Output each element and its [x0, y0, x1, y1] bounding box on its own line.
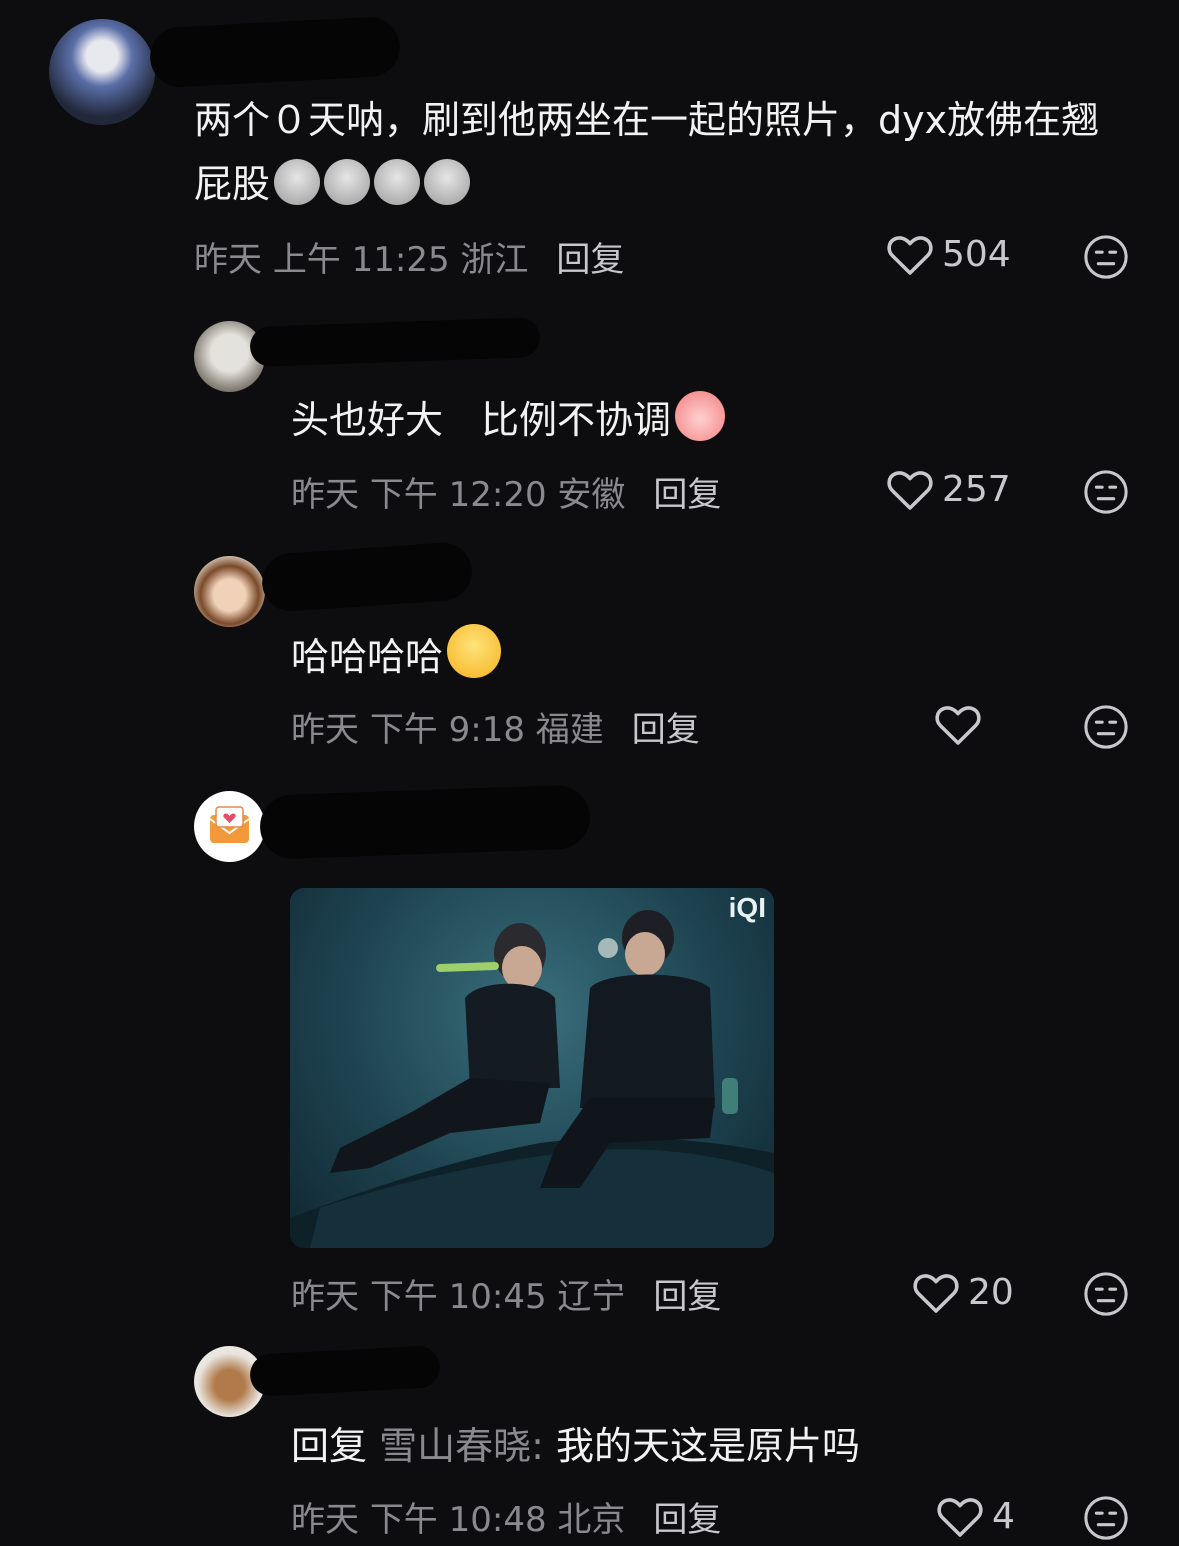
- reply-prefix: 回复: [291, 1424, 368, 1468]
- meh-face-icon[interactable]: [1083, 1271, 1129, 1317]
- redacted-username: [249, 316, 541, 368]
- redacted-username: [258, 784, 592, 860]
- comment-meta: 昨天 下午 9:18 福建 回复: [291, 710, 700, 750]
- heart-icon: [887, 236, 933, 275]
- heart-icon: [913, 1274, 959, 1313]
- redacted-username: [249, 1345, 441, 1397]
- crying-face-emoji-icon: [675, 391, 726, 441]
- comment-text: 头也好大 比例不协调: [291, 388, 1091, 452]
- like-count: 257: [942, 468, 1011, 510]
- comment-meta: 昨天 下午 10:48 北京 回复: [291, 1500, 722, 1540]
- like-count: 20: [968, 1271, 1014, 1313]
- photo-content: [290, 910, 774, 1248]
- pigeon-emoji-icon: [374, 159, 421, 205]
- reply-button[interactable]: 回复: [653, 1500, 721, 1540]
- heart-icon: [937, 1498, 983, 1537]
- avatar[interactable]: [194, 791, 265, 862]
- like-button[interactable]: [934, 702, 990, 746]
- heart-icon: [887, 471, 933, 510]
- redacted-username: [260, 540, 474, 614]
- like-count: 4: [992, 1495, 1015, 1537]
- like-button[interactable]: 257: [886, 467, 1011, 511]
- mail-heart-icon: [209, 806, 250, 843]
- avatar[interactable]: [49, 19, 155, 125]
- reply-button[interactable]: 回复: [556, 240, 624, 280]
- comment-image[interactable]: iQI: [290, 888, 774, 1248]
- pigeon-emoji-icon: [274, 159, 321, 205]
- redacted-username: [148, 15, 402, 89]
- pigeon-emoji-icon: [324, 159, 371, 205]
- comment-meta: 昨天 下午 12:20 安徽 回复: [291, 475, 722, 515]
- image-watermark: iQI: [728, 892, 766, 923]
- pigeon-emoji-icon: [424, 159, 471, 205]
- comment-text: 两个０天呐，刷到他两坐在一起的照片，dyx放佛在翘屁股: [194, 98, 1100, 206]
- reply-button[interactable]: 回复: [653, 475, 721, 515]
- comment-text: 回复 雪山春晓: 我的天这是原片吗: [291, 1424, 861, 1468]
- meh-face-icon[interactable]: [1083, 234, 1129, 280]
- like-button[interactable]: 20: [912, 1270, 1014, 1314]
- like-button[interactable]: 504: [886, 232, 1011, 276]
- laughing-emoji-icon: [447, 624, 502, 678]
- meh-face-icon[interactable]: [1083, 469, 1129, 515]
- like-button[interactable]: 4: [936, 1494, 1015, 1538]
- heart-icon: [935, 706, 981, 745]
- reply-button[interactable]: 回复: [653, 1277, 721, 1317]
- comment-text: 哈哈哈哈: [291, 624, 891, 689]
- reply-to-username[interactable]: 雪山春晓:: [379, 1424, 544, 1468]
- meh-face-icon[interactable]: [1083, 704, 1129, 750]
- like-count: 504: [942, 233, 1011, 275]
- comment-meta: 昨天 下午 10:45 辽宁 回复: [291, 1277, 722, 1317]
- reply-button[interactable]: 回复: [632, 710, 700, 750]
- comment-meta: 昨天 上午 11:25 浙江 回复: [194, 240, 625, 280]
- meh-face-icon[interactable]: [1083, 1495, 1129, 1541]
- avatar[interactable]: [194, 556, 265, 627]
